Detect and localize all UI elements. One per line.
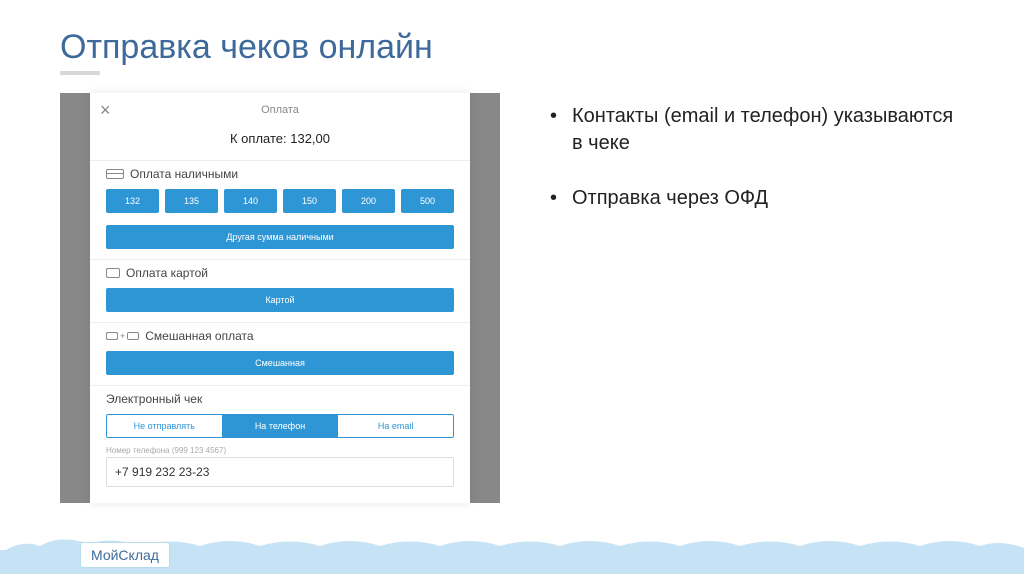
cash-amount-button[interactable]: 132 [106,189,159,213]
cash-amount-button[interactable]: 200 [342,189,395,213]
card-section: Оплата картой Картой [90,259,470,322]
phone-input[interactable] [106,457,454,487]
mixed-section: + Смешанная оплата Смешанная [90,322,470,385]
card-label: Оплата картой [126,266,208,280]
mixed-button[interactable]: Смешанная [106,351,454,375]
echeck-section: Электронный чек Не отправлять На телефон… [90,385,470,503]
title-underline [60,71,100,75]
card-icon [106,268,120,278]
card-button[interactable]: Картой [106,288,454,312]
bullet-item: Контакты (email и телефон) указываются в… [550,103,964,157]
bullet-item: Отправка через ОФД [550,185,964,212]
phone-hint: Номер телефона (999 123 4567) [106,446,454,455]
app-header: × Оплата [90,93,470,123]
bullet-list: Контакты (email и телефон) указываются в… [550,103,964,212]
cash-amount-button[interactable]: 150 [283,189,336,213]
mixed-label: Смешанная оплата [145,329,253,343]
cash-amount-button[interactable]: 135 [165,189,218,213]
total-label: К оплате: 132,00 [90,123,470,160]
cash-amount-row: 132 135 140 150 200 500 Другая сумма нал… [106,189,454,249]
slide-title: Отправка чеков онлайн [60,28,964,67]
cash-other-button[interactable]: Другая сумма наличными [106,225,454,249]
cash-section: Оплата наличными 132 135 140 150 200 500… [90,160,470,259]
slide-footer: МойСклад [0,514,1024,574]
echeck-label: Электронный чек [106,392,202,406]
echeck-option-email[interactable]: На email [337,415,453,437]
echeck-option-none[interactable]: Не отправлять [107,415,222,437]
app-screenshot: × Оплата К оплате: 132,00 Оплата наличны… [60,93,500,503]
cash-amount-button[interactable]: 140 [224,189,277,213]
mixed-icon: + [106,331,139,341]
cash-label: Оплата наличными [130,167,238,181]
cash-amount-button[interactable]: 500 [401,189,454,213]
cash-icon [106,169,124,179]
echeck-option-phone[interactable]: На телефон [222,415,338,437]
app-header-title: Оплата [90,104,470,116]
echeck-segment: Не отправлять На телефон На email [106,414,454,438]
logo-moysklad: МойСклад [80,542,170,568]
